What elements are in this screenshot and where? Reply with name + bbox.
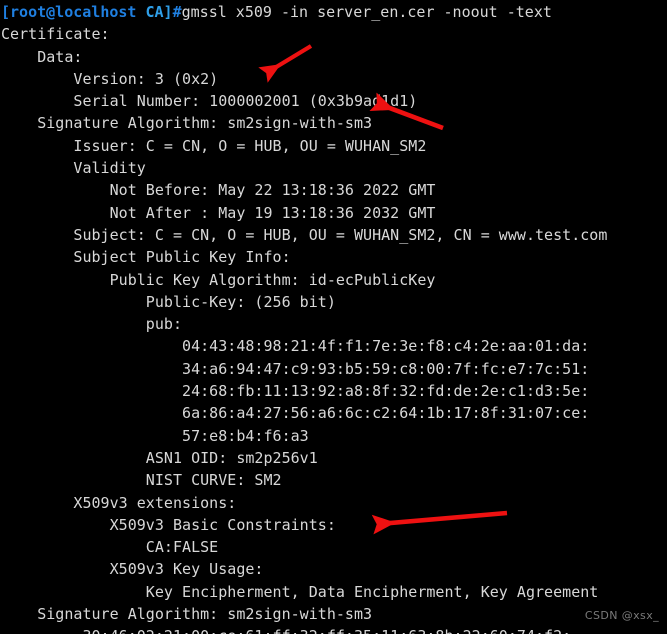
- terminal-output-line: 24:68:fb:11:13:92:a8:8f:32:fd:de:2e:c1:d…: [1, 382, 590, 401]
- terminal-output-line: 57:e8:b4:f6:a3: [1, 426, 309, 445]
- csdn-watermark: CSDN @xsx_: [584, 608, 659, 622]
- terminal-output-line: NIST CURVE: SM2: [1, 471, 282, 490]
- terminal-output-line: 30:46:02:21:00:ce:61:ff:32:ff:35:11:63:8…: [0, 625, 667, 634]
- terminal-output-line: Not After : May 19 13:18:36 2032 GMT: [1, 203, 436, 222]
- terminal-output-line: Subject Public Key Info:: [1, 248, 291, 267]
- terminal-output-line: Subject: C = CN, O = HUB, OU = WUHAN_SM2…: [1, 225, 608, 244]
- terminal-output-line: Public Key Algorithm: id-ecPublicKey: [1, 270, 436, 289]
- terminal-output-line: Issuer: C = CN, O = HUB, OU = WUHAN_SM2: [1, 136, 427, 155]
- terminal-output-line: Certificate:: [1, 25, 110, 44]
- terminal-screen: [root@localhost CA]#gmssl x509 -in serve…: [0, 0, 667, 634]
- terminal-output-line: 34:a6:94:47:c9:93:b5:59:c8:00:7f:fc:e7:7…: [1, 359, 590, 378]
- terminal-output-line: X509v3 extensions:: [1, 493, 237, 512]
- terminal-output-line: Serial Number: 1000002001 (0x3b9ad1d1): [1, 92, 418, 111]
- command-prompt-line-top: [root@localhost CA]#gmssl x509 -in serve…: [0, 1, 667, 23]
- terminal-output-line: Version: 3 (0x2): [1, 69, 219, 88]
- typed-command-top: gmssl x509 -in server_en.cer -noout -tex…: [181, 3, 552, 21]
- terminal-output-line: X509v3 Key Usage:: [1, 560, 264, 579]
- terminal-output-line: pub:: [1, 315, 183, 334]
- prompt-user-host: [root@localhost: [1, 3, 137, 21]
- terminal-output-line: 04:43:48:98:21:4f:f1:7e:3e:f8:c4:2e:aa:0…: [1, 337, 590, 356]
- terminal-output-line: CA:FALSE: [1, 538, 219, 557]
- certificate-output: Certificate: Data: Version: 3 (0x2) Seri…: [0, 23, 667, 634]
- terminal-output-line: Validity: [1, 159, 146, 178]
- terminal-output-line: Signature Algorithm: sm2sign-with-sm3: [1, 605, 373, 624]
- terminal-output-line: ASN1 OID: sm2p256v1: [1, 448, 318, 467]
- prompt-hash-symbol: #: [172, 3, 182, 21]
- terminal-window[interactable]: [root@localhost CA]#gmssl x509 -in serve…: [0, 0, 667, 634]
- terminal-output-line: 6a:86:a4:27:56:a6:6c:c2:64:1b:17:8f:31:0…: [1, 404, 590, 423]
- terminal-output-line: Data:: [1, 47, 83, 66]
- prompt-directory: CA]: [136, 3, 173, 21]
- terminal-output-line: X509v3 Basic Constraints:: [1, 515, 336, 534]
- terminal-output-line: Not Before: May 22 13:18:36 2022 GMT: [1, 181, 436, 200]
- terminal-output-line: Key Encipherment, Data Encipherment, Key…: [1, 582, 599, 601]
- terminal-output-line: Signature Algorithm: sm2sign-with-sm3: [1, 114, 373, 133]
- terminal-output-line: Public-Key: (256 bit): [1, 292, 336, 311]
